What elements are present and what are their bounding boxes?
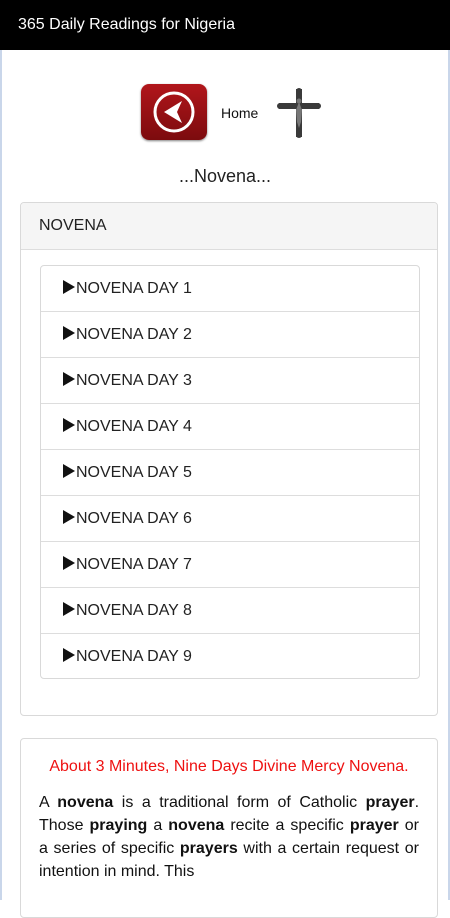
novena-day-label: NOVENA DAY 3	[76, 372, 192, 389]
home-link[interactable]: Home	[221, 105, 258, 121]
play-triangle-icon	[63, 602, 75, 616]
play-triangle-icon	[63, 648, 75, 662]
back-arrow-icon	[153, 91, 195, 133]
novena-day-1-item[interactable]: NOVENA DAY 1	[41, 266, 419, 312]
novena-day-label: NOVENA DAY 8	[76, 602, 192, 619]
about-text: A novena is a traditional form of Cathol…	[39, 791, 419, 883]
play-triangle-icon	[63, 556, 75, 570]
novena-day-label: NOVENA DAY 2	[76, 326, 192, 343]
novena-day-label: NOVENA DAY 6	[76, 510, 192, 527]
novena-day-label: NOVENA DAY 7	[76, 556, 192, 573]
play-triangle-icon	[63, 464, 75, 478]
novena-day-label: NOVENA DAY 4	[76, 418, 192, 435]
play-triangle-icon	[63, 510, 75, 524]
novena-day-8-item[interactable]: NOVENA DAY 8	[41, 588, 419, 634]
bold-term: novena	[57, 794, 114, 811]
play-triangle-icon	[63, 280, 75, 294]
panel-header: NOVENA	[21, 203, 437, 250]
bold-term: prayers	[179, 840, 238, 857]
play-triangle-icon	[63, 372, 75, 386]
novena-day-list: NOVENA DAY 1 NOVENA DAY 2 NOVENA DAY 3 NOVE…	[40, 265, 420, 679]
novena-day-label: NOVENA DAY 9	[76, 648, 192, 665]
body-text: recite a specific	[224, 817, 350, 834]
bold-term: prayer	[349, 817, 399, 834]
novena-day-5-item[interactable]: NOVENA DAY 5	[41, 450, 419, 496]
play-triangle-icon	[63, 326, 75, 340]
novena-panel: NOVENA NOVENA DAY 1 NOVENA DAY 2 NOVENA DA…	[20, 202, 438, 716]
body-text: A	[39, 794, 58, 811]
novena-day-7-item[interactable]: NOVENA DAY 7	[41, 542, 419, 588]
bold-term: prayer	[365, 794, 415, 811]
crucifix-icon	[277, 88, 321, 138]
play-triangle-icon	[63, 418, 75, 432]
app-title: 365 Daily Readings for Nigeria	[18, 16, 235, 33]
body-text: is a traditional form of Catholic	[113, 794, 366, 811]
novena-day-2-item[interactable]: NOVENA DAY 2	[41, 312, 419, 358]
bold-term: praying	[89, 817, 148, 834]
novena-day-label: NOVENA DAY 1	[76, 280, 192, 297]
app-header: 365 Daily Readings for Nigeria	[0, 0, 450, 50]
bold-term: novena	[168, 817, 225, 834]
about-title: About 3 Minutes, Nine Days Divine Mercy …	[49, 758, 409, 775]
novena-day-9-item[interactable]: NOVENA DAY 9	[41, 634, 419, 678]
novena-day-3-item[interactable]: NOVENA DAY 3	[41, 358, 419, 404]
home-navigation: Home	[0, 84, 450, 140]
back-button[interactable]	[141, 84, 207, 140]
page-title: ...Novena...	[178, 166, 272, 186]
about-card: About 3 Minutes, Nine Days Divine Mercy …	[20, 738, 438, 918]
novena-day-4-item[interactable]: NOVENA DAY 4	[41, 404, 419, 450]
body-text: a	[147, 817, 169, 834]
novena-day-label: NOVENA DAY 5	[76, 464, 192, 481]
novena-day-6-item[interactable]: NOVENA DAY 6	[41, 496, 419, 542]
